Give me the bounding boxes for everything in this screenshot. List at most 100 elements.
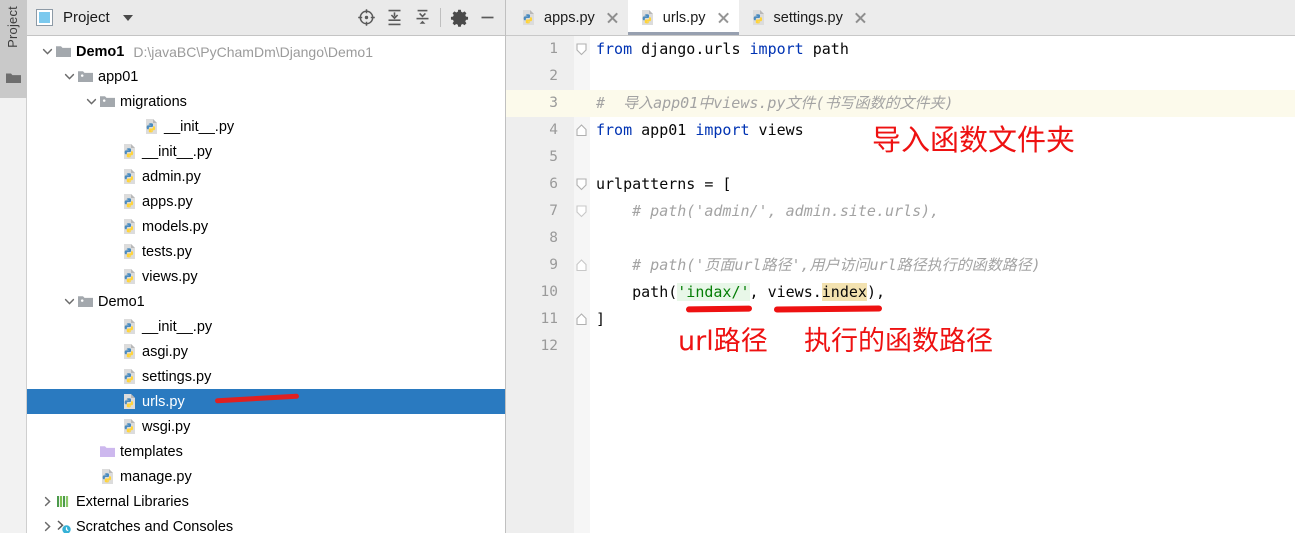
- tree-item-settings-py[interactable]: settings.py: [27, 364, 505, 389]
- scratches-icon: [57, 520, 71, 533]
- tree-item-label: wsgi.py: [142, 418, 191, 435]
- module-folder-icon: [78, 296, 93, 307]
- code-fold-marker[interactable]: [576, 171, 589, 198]
- tree-item-scratches-and-consoles[interactable]: Scratches and Consoles: [27, 514, 505, 533]
- chevron-down-icon[interactable]: [61, 69, 77, 85]
- collapse-all-icon[interactable]: [408, 3, 436, 33]
- python-file-icon: [124, 194, 135, 209]
- tree-item-migrations[interactable]: migrations: [27, 89, 505, 114]
- code-line-text: ]: [596, 310, 606, 328]
- tree-item-urls-py[interactable]: urls.py: [27, 389, 505, 414]
- view-function-annotation-text: 执行的函数路径: [804, 326, 993, 357]
- tree-item-label: templates: [120, 443, 183, 460]
- tree-item-label: migrations: [120, 93, 187, 110]
- red-highlight-marker: [214, 393, 300, 404]
- folder-icon: [6, 73, 21, 83]
- chevron-down-icon[interactable]: [61, 294, 77, 310]
- libraries-icon: [57, 496, 69, 507]
- editor-area: apps.py urls.py settings.py 1 from django.u…: [506, 0, 1295, 533]
- close-icon[interactable]: [854, 11, 867, 24]
- python-file-icon: [124, 369, 135, 384]
- tree-item-views-py[interactable]: views.py: [27, 264, 505, 289]
- line-number: 9: [549, 257, 558, 273]
- code-fold-marker[interactable]: [576, 117, 589, 144]
- tree-item-manage-py[interactable]: manage.py: [27, 464, 505, 489]
- project-tool-window-label: Project: [5, 6, 20, 48]
- python-file-icon: [124, 344, 135, 359]
- project-tool-window-button[interactable]: Project: [0, 0, 27, 98]
- tree-item-label: manage.py: [120, 468, 192, 485]
- module-folder-icon: [78, 71, 93, 82]
- tree-item-label: __init__.py: [164, 118, 235, 135]
- code-editor[interactable]: 1 from django.urls import path 2 3 # 导入app01…: [506, 36, 1295, 533]
- minimize-icon[interactable]: [473, 3, 501, 33]
- tree-item-label: Demo1: [98, 293, 145, 310]
- python-file-icon: [124, 394, 135, 409]
- editor-tab-apps-py[interactable]: apps.py: [509, 0, 628, 35]
- editor-tab-urls-py[interactable]: urls.py: [627, 0, 739, 35]
- project-panel-toolbar: [352, 3, 501, 33]
- tree-item-asgi-py[interactable]: asgi.py: [27, 339, 505, 364]
- close-icon[interactable]: [606, 11, 619, 24]
- close-icon[interactable]: [717, 11, 730, 24]
- tree-item-demo1[interactable]: Demo1: [27, 289, 505, 314]
- line-number: 5: [549, 149, 558, 165]
- tree-item-external-libraries[interactable]: External Libraries: [27, 489, 505, 514]
- code-line-text: from django.urls import path: [596, 40, 849, 58]
- line-number: 8: [549, 230, 558, 246]
- python-file-icon: [124, 219, 135, 234]
- tree-item-wsgi-py[interactable]: wsgi.py: [27, 414, 505, 439]
- tree-item-label: views.py: [142, 268, 198, 285]
- tree-item-label: Demo1: [76, 43, 125, 60]
- templates-folder-icon: [100, 446, 115, 457]
- tree-item-templates[interactable]: templates: [27, 439, 505, 464]
- line-number: 2: [549, 68, 558, 84]
- tree-item-label: __init__.py: [142, 318, 213, 335]
- tree-item--init-py[interactable]: __init__.py: [27, 314, 505, 339]
- tree-item-app01[interactable]: app01: [27, 64, 505, 89]
- project-tree[interactable]: Demo1 D:\javaBC\PyChamDm\Django\Demo1 app0…: [27, 36, 505, 533]
- code-line-text: # path('admin/', admin.site.urls),: [596, 202, 940, 220]
- chevron-down-icon[interactable]: [122, 14, 133, 21]
- editor-tab-bar[interactable]: apps.py urls.py settings.py: [506, 0, 1295, 36]
- python-file-icon: [124, 319, 135, 334]
- tree-item-apps-py[interactable]: apps.py: [27, 189, 505, 214]
- tree-item--init-py[interactable]: __init__.py: [27, 114, 505, 139]
- tree-item-demo1[interactable]: Demo1 D:\javaBC\PyChamDm\Django\Demo1: [27, 39, 505, 64]
- chevron-down-icon[interactable]: [83, 94, 99, 110]
- tree-item-label: Scratches and Consoles: [76, 518, 234, 533]
- code-fold-marker[interactable]: [576, 252, 589, 279]
- tree-item-label: apps.py: [142, 193, 193, 210]
- code-fold-marker[interactable]: [576, 306, 589, 333]
- pycharm-window: Project Project Demo1 D:\javaBC\PyChamDm…: [0, 0, 1295, 533]
- expand-all-icon[interactable]: [380, 3, 408, 33]
- tree-item-label: tests.py: [142, 243, 192, 260]
- python-file-icon: [124, 169, 135, 184]
- gear-icon[interactable]: [445, 3, 473, 33]
- editor-tab-settings-py[interactable]: settings.py: [739, 0, 876, 35]
- editor-tab-label: settings.py: [773, 9, 843, 26]
- left-tool-strip: Project: [0, 0, 27, 533]
- code-fold-marker[interactable]: [576, 36, 589, 63]
- python-file-icon: [124, 244, 135, 259]
- python-file-icon: [124, 419, 135, 434]
- import-views-annotation-text: 导入函数文件夹: [872, 123, 1076, 157]
- code-line-text: urlpatterns = [: [596, 175, 732, 193]
- project-panel-header: Project: [27, 0, 505, 36]
- chevron-right-icon[interactable]: [39, 519, 55, 533]
- tree-item-admin-py[interactable]: admin.py: [27, 164, 505, 189]
- scroll-from-source-icon[interactable]: [352, 3, 380, 33]
- tree-item-tests-py[interactable]: tests.py: [27, 239, 505, 264]
- module-folder-icon: [100, 96, 115, 107]
- editor-tab-label: apps.py: [544, 9, 595, 26]
- project-panel-title: Project: [63, 9, 110, 26]
- tree-item-label: admin.py: [142, 168, 201, 185]
- tree-item--init-py[interactable]: __init__.py: [27, 139, 505, 164]
- code-line-text: # 导入app01中views.py文件(书写函数的文件夹): [596, 94, 954, 112]
- tree-item-label: External Libraries: [76, 493, 189, 510]
- python-file-icon: [102, 469, 113, 484]
- chevron-right-icon[interactable]: [39, 494, 55, 510]
- chevron-down-icon[interactable]: [39, 44, 55, 60]
- tree-item-models-py[interactable]: models.py: [27, 214, 505, 239]
- code-fold-marker[interactable]: [576, 198, 589, 225]
